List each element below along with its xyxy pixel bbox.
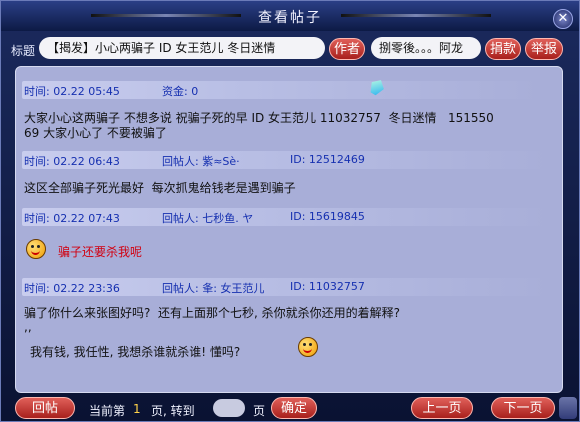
post-user-id: ID: 12512469 — [290, 153, 365, 166]
goto-page-label: 页, 转到 — [151, 404, 195, 418]
post-meta-band: 时间: 02.22 06:43 回帖人: 紫≈Sè· ID: 12512469 — [22, 151, 552, 169]
current-page-prefix: 当前第 — [89, 404, 126, 418]
post-meta-band: 时间: 02.22 07:43 回帖人: 七秒鱼. ヤ ID: 15619845 — [22, 208, 552, 226]
post-meta-band: 时间: 02.22 05:45 资金: 0 — [22, 81, 542, 99]
post-time: 时间: 02.22 23:36 — [24, 282, 120, 295]
post-replier: 回帖人: 七秒鱼. ヤ — [162, 212, 254, 225]
title-bar: 查看帖子 ✕ — [1, 1, 579, 31]
page-suffix-label: 页 — [253, 404, 266, 418]
author-name-field: 捌零後。。。阿龙 — [371, 37, 481, 59]
post-view-window: 查看帖子 ✕ 标题 【揭发】小心两骗子 ID 女王范儿 冬日迷情 作者 捌零後。… — [0, 0, 580, 422]
confirm-button[interactable]: 确定 — [271, 397, 317, 419]
post-user-id: ID: 15619845 — [290, 210, 365, 223]
post-line: 骗了你什么来张图好吗? 还有上面那个七秒, 杀你就杀你还用的着解释? — [24, 306, 400, 320]
report-button[interactable]: 举报 — [525, 38, 563, 60]
post-time: 时间: 02.22 07:43 — [24, 212, 120, 225]
post-content-panel[interactable]: 时间: 02.22 05:45 资金: 0 大家小心这两骗子 不想多说 祝骗子死… — [15, 66, 563, 393]
author-button[interactable]: 作者 — [329, 38, 365, 60]
post-line: 69 大家小心了 不要被骗了 — [24, 126, 167, 140]
post-title-field: 【揭发】小心两骗子 ID 女王范儿 冬日迷情 — [39, 37, 325, 59]
post-replier: 回帖人: 紫≈Sè· — [162, 155, 240, 168]
close-icon[interactable]: ✕ — [553, 9, 573, 29]
page-number-input[interactable] — [213, 399, 245, 417]
post-line: 这区全部骗子死光最好 每次抓鬼给钱老是遇到骗子 — [24, 181, 296, 195]
post-meta-band: 时间: 02.22 23:36 回帖人: 夆: 女王范儿 ID: 1103275… — [22, 278, 552, 296]
post-funds: 资金: 0 — [162, 85, 199, 98]
next-page-button[interactable]: 下一页 — [491, 397, 555, 419]
post-line: ,, — [24, 320, 32, 334]
donate-button[interactable]: 捐款 — [485, 38, 521, 60]
pagination-bar: 回帖 当前第 1 页, 转到 页 确定 上一页 下一页 — [1, 397, 579, 421]
prev-page-button[interactable]: 上一页 — [411, 397, 473, 419]
post-user-id: ID: 11032757 — [290, 280, 365, 293]
post-time: 时间: 02.22 06:43 — [24, 155, 120, 168]
smiley-icon — [298, 337, 318, 357]
post-header: 标题 【揭发】小心两骗子 ID 女王范儿 冬日迷情 作者 捌零後。。。阿龙 捐款… — [1, 35, 579, 61]
post-line: 骗子还要杀我呢 — [58, 245, 143, 259]
window-title: 查看帖子 — [258, 10, 322, 26]
scrollbar[interactable] — [559, 397, 577, 419]
title-label: 标题 — [11, 44, 36, 58]
current-page-number: 1 — [133, 402, 141, 416]
post-time: 时间: 02.22 05:45 — [24, 85, 120, 98]
post-replier: 回帖人: 夆: 女王范儿 — [162, 282, 265, 295]
reply-button[interactable]: 回帖 — [15, 397, 75, 419]
post-line: 我有钱, 我任性, 我想杀谁就杀谁! 懂吗? — [30, 345, 241, 359]
smiley-icon — [26, 239, 46, 259]
